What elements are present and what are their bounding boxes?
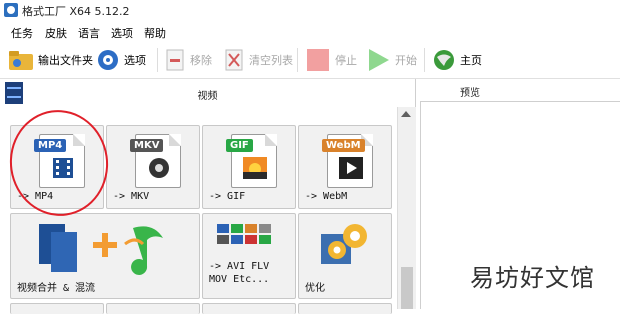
vertical-scrollbar[interactable] (397, 107, 416, 309)
webm-file-icon: WebM (322, 134, 373, 188)
clear-list-button[interactable]: 清空列表 (223, 46, 293, 74)
title-bar: 格式工厂 X64 5.12.2 (0, 0, 620, 22)
tile-label: -> WebM (305, 191, 348, 202)
tile-avi-flv-mov[interactable]: -> AVI FLV MOV Etc... (202, 213, 296, 299)
stop-button[interactable]: 停止 (305, 46, 357, 74)
menu-task[interactable]: 任务 (11, 25, 33, 41)
start-button[interactable]: 开始 (365, 46, 417, 74)
category-header-video[interactable]: 视频 (0, 79, 415, 108)
menu-bar: 任务 皮肤 语言 选项 帮助 (0, 22, 620, 42)
panel-divider[interactable] (420, 79, 421, 309)
clear-list-icon (225, 49, 243, 71)
menu-language[interactable]: 语言 (78, 25, 100, 41)
menu-options[interactable]: 选项 (111, 25, 133, 41)
remove-icon (166, 49, 184, 71)
tile-label: -> MKV (113, 191, 150, 202)
tile-webm[interactable]: WebM -> WebM (298, 125, 392, 209)
window-title: 格式工厂 X64 5.12.2 (22, 5, 130, 18)
home-button[interactable]: 主页 (432, 46, 482, 74)
preview-title: 预览 (460, 88, 480, 99)
globe-icon (434, 50, 454, 70)
stop-icon (307, 49, 329, 71)
merge-video-icon (39, 224, 163, 275)
preview-header: 预览 (420, 79, 620, 102)
toolbar-separator (297, 48, 298, 72)
scroll-thumb[interactable] (401, 267, 413, 309)
options-icon (98, 50, 118, 70)
gif-file-icon: GIF (226, 134, 277, 188)
watermark-text: 易坊好文馆 (470, 264, 595, 292)
tile-optimize[interactable]: 优化 (298, 213, 392, 299)
scroll-up-arrow-icon[interactable] (401, 111, 411, 117)
options-button[interactable]: 选项 (96, 46, 146, 74)
folder-icon (9, 51, 33, 70)
film-icon (5, 82, 23, 104)
tile-mkv[interactable]: MKV -> MKV (106, 125, 200, 209)
tile-gif[interactable]: GIF -> GIF (202, 125, 296, 209)
tile-label: -> GIF (209, 191, 246, 202)
menu-skin[interactable]: 皮肤 (45, 25, 67, 41)
mkv-file-icon: MKV (130, 134, 181, 188)
toolbar-separator (157, 48, 158, 72)
app-icon (4, 3, 18, 17)
tile-label: 优化 (305, 283, 325, 294)
optimize-gear-icon (321, 224, 367, 264)
output-folder-button[interactable]: 输出文件夹 (8, 46, 93, 74)
menu-help[interactable]: 帮助 (144, 25, 166, 41)
remove-button[interactable]: 移除 (164, 46, 212, 74)
toolbar: 输出文件夹 选项 移除 清空列表 停止 开始 主页 (0, 42, 620, 79)
tile-label: -> AVI FLV MOV Etc... (209, 261, 270, 285)
tile-merge-video[interactable]: 视频合并 & 混流 (10, 213, 200, 299)
formats-icon (217, 224, 271, 244)
category-title: 视频 (197, 91, 218, 102)
tile-label: 视频合并 & 混流 (17, 283, 96, 294)
toolbar-separator (424, 48, 425, 72)
play-icon (369, 49, 389, 71)
